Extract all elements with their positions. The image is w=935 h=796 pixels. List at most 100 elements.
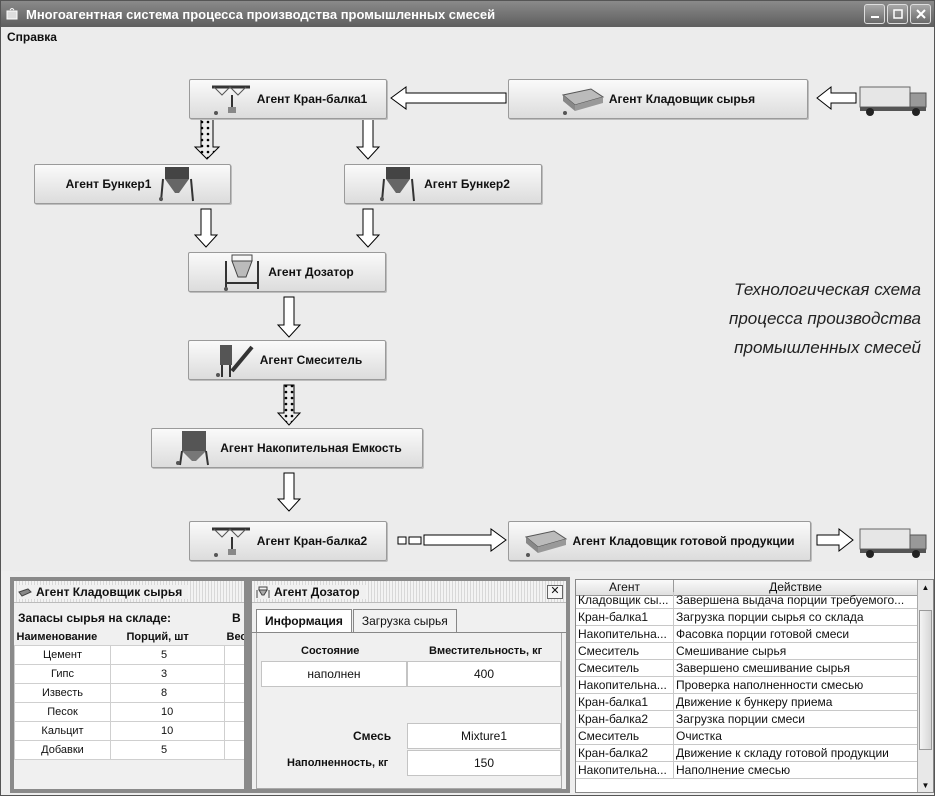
capacity-label: Вместительность, кг xyxy=(429,645,543,657)
table-row[interactable]: Известь 8 xyxy=(14,683,244,703)
agent-bunker2-label: Агент Бункер2 xyxy=(424,177,510,191)
menu-help[interactable]: Справка xyxy=(7,30,57,44)
diagram-caption: Технологическая схема процесса производс… xyxy=(728,280,921,357)
minimize-button[interactable] xyxy=(864,4,885,24)
mixer-icon xyxy=(212,341,256,379)
scroll-up-icon[interactable]: ▲ xyxy=(918,580,933,594)
doser-icon xyxy=(220,253,264,291)
table-row[interactable]: Кран-балка2 Загрузка порции смеси xyxy=(576,711,933,728)
agent-raw-store-label: Агент Кладовщик сырья xyxy=(608,92,756,106)
table-row[interactable]: Кладовщик сы... Завершена выдача порции т… xyxy=(576,592,933,609)
close-button[interactable] xyxy=(910,4,931,24)
crane-icon xyxy=(209,522,253,560)
truck-icon xyxy=(859,86,927,116)
title-bar: Многоагентная система процесса производс… xyxy=(1,1,934,27)
warehouse-icon xyxy=(524,522,568,560)
agent-mixer[interactable]: Агент Смеситель xyxy=(188,340,386,380)
agent-doser-label: Агент Дозатор xyxy=(268,265,354,279)
close-icon[interactable]: ✕ xyxy=(547,584,563,599)
event-log-table: Агент Действие Кладовщик сы... Завершена … xyxy=(575,579,934,793)
log-scrollbar[interactable]: ▲ ▼ xyxy=(917,580,933,792)
main-window: Многоагентная система процесса производс… xyxy=(0,0,935,796)
state-field: наполнен xyxy=(261,661,407,687)
table-row[interactable]: Накопительна... Фасовка порции готовой см… xyxy=(576,626,933,643)
warehouse-icon xyxy=(561,80,605,118)
agent-raw-store[interactable]: Агент Кладовщик сырья xyxy=(508,79,808,119)
doser-panel-title[interactable]: Агент Дозатор ✕ xyxy=(252,581,566,603)
crane-icon xyxy=(209,80,253,118)
window-title: Многоагентная система процесса производс… xyxy=(26,6,496,22)
agent-doser[interactable]: Агент Дозатор xyxy=(188,252,386,292)
agent-tank[interactable]: Агент Накопительная Емкость xyxy=(151,428,423,468)
table-row[interactable]: Кальцит 10 xyxy=(14,721,244,741)
table-row[interactable]: Гипс 3 xyxy=(14,664,244,684)
arrow-crane2-to-product xyxy=(423,528,507,552)
doser-panel: Агент Дозатор ✕ Информация Загрузка сырь… xyxy=(248,577,570,793)
agent-crane2[interactable]: Агент Кран-балка2 xyxy=(189,521,387,561)
doser-tabs: Информация Загрузка сырья xyxy=(252,603,566,633)
table-row[interactable]: Смеситель Завершено смешивание сырья xyxy=(576,660,933,677)
stock-table: Наименование Порций, шт Вес Цемент 5 Гипс… xyxy=(14,629,247,760)
table-row[interactable]: Кран-балка1 Движение к бункеру приема xyxy=(576,694,933,711)
table-row[interactable]: Смеситель Смешивание сырья xyxy=(576,643,933,660)
table-row[interactable]: Накопительна... Проверка наполненности см… xyxy=(576,677,933,694)
state-label: Состояние xyxy=(301,645,360,657)
log-rows: Кладовщик сы... Завершена выдача порции т… xyxy=(576,592,933,779)
arrow-truck-to-raw xyxy=(816,85,857,111)
column-header: Порций, шт xyxy=(126,631,189,643)
arrow-bunker1-to-doser xyxy=(193,208,219,248)
scroll-down-icon[interactable]: ▼ xyxy=(918,778,933,792)
tab-info[interactable]: Информация xyxy=(256,609,352,632)
agent-tank-label: Агент Накопительная Емкость xyxy=(220,441,402,455)
truck-icon xyxy=(859,528,927,558)
fill-field: 150 xyxy=(407,750,561,776)
agent-product-store[interactable]: Агент Кладовщик готовой продукции xyxy=(508,521,811,561)
column-header: Вес xyxy=(226,631,247,643)
maximize-button[interactable] xyxy=(887,4,908,24)
warehouse-icon xyxy=(18,587,32,597)
tank-icon xyxy=(172,429,216,467)
arrow-product-to-truck xyxy=(816,527,854,553)
table-row[interactable]: Добавки 5 xyxy=(14,740,244,760)
table-row[interactable]: Кран-балка1 Загрузка порции сырья со скла… xyxy=(576,609,933,626)
tab-info-content: Состояние Вместительность, кг наполнен 4… xyxy=(256,633,562,789)
stock-heading: Запасы сырья на складе: В xyxy=(18,611,241,625)
table-row[interactable]: Песок 10 xyxy=(14,702,244,722)
table-row[interactable]: Цемент 5 xyxy=(14,645,244,665)
table-row[interactable]: Смеситель Очистка xyxy=(576,728,933,745)
agent-crane2-label: Агент Кран-балка2 xyxy=(256,534,368,548)
arrow-dash-2 xyxy=(408,536,422,545)
raw-store-panel-title[interactable]: Агент Кладовщик сырья xyxy=(14,581,244,603)
menu-bar: Справка xyxy=(1,27,934,47)
arrow-doser-to-mixer xyxy=(276,296,302,338)
agent-bunker1[interactable]: Агент Бункер1 xyxy=(34,164,231,204)
arrow-bunker2-to-doser xyxy=(355,208,381,248)
process-diagram: Агент Кран-балка1 Агент Кладовщик сырья … xyxy=(1,47,934,571)
mix-field: Mixture1 xyxy=(407,723,561,749)
capacity-field: 400 xyxy=(407,661,561,687)
agent-mixer-label: Агент Смеситель xyxy=(259,353,363,367)
arrow-dash-1 xyxy=(397,536,407,545)
bunker-icon xyxy=(376,165,420,203)
raw-store-panel: Агент Кладовщик сырья Запасы сырья на ск… xyxy=(10,577,248,793)
table-row[interactable]: Кран-балка2 Движение к складу готовой про… xyxy=(576,745,933,762)
fill-label: Наполненность, кг xyxy=(287,757,389,769)
arrow-raw-to-crane1 xyxy=(390,86,507,110)
agent-bunker2[interactable]: Агент Бункер2 xyxy=(344,164,542,204)
tab-load[interactable]: Загрузка сырья xyxy=(352,609,457,632)
java-app-icon xyxy=(5,6,21,22)
scroll-thumb[interactable] xyxy=(919,610,932,750)
doser-icon xyxy=(256,586,270,598)
agent-crane1[interactable]: Агент Кран-балка1 xyxy=(189,79,387,119)
agent-product-store-label: Агент Кладовщик готовой продукции xyxy=(572,534,795,548)
bunker-icon xyxy=(155,165,199,203)
arrow-mixer-to-tank xyxy=(276,384,302,426)
agent-bunker1-label: Агент Бункер1 xyxy=(65,177,152,191)
arrow-crane1-to-bunker2 xyxy=(355,118,381,160)
agent-crane1-label: Агент Кран-балка1 xyxy=(256,92,368,106)
mix-label: Смесь xyxy=(353,729,392,743)
column-header: Наименование xyxy=(16,631,98,643)
table-row[interactable]: Накопительна... Наполнение смесью xyxy=(576,762,933,779)
arrow-crane1-to-bunker1 xyxy=(193,118,221,160)
arrow-tank-to-crane2 xyxy=(276,472,302,512)
